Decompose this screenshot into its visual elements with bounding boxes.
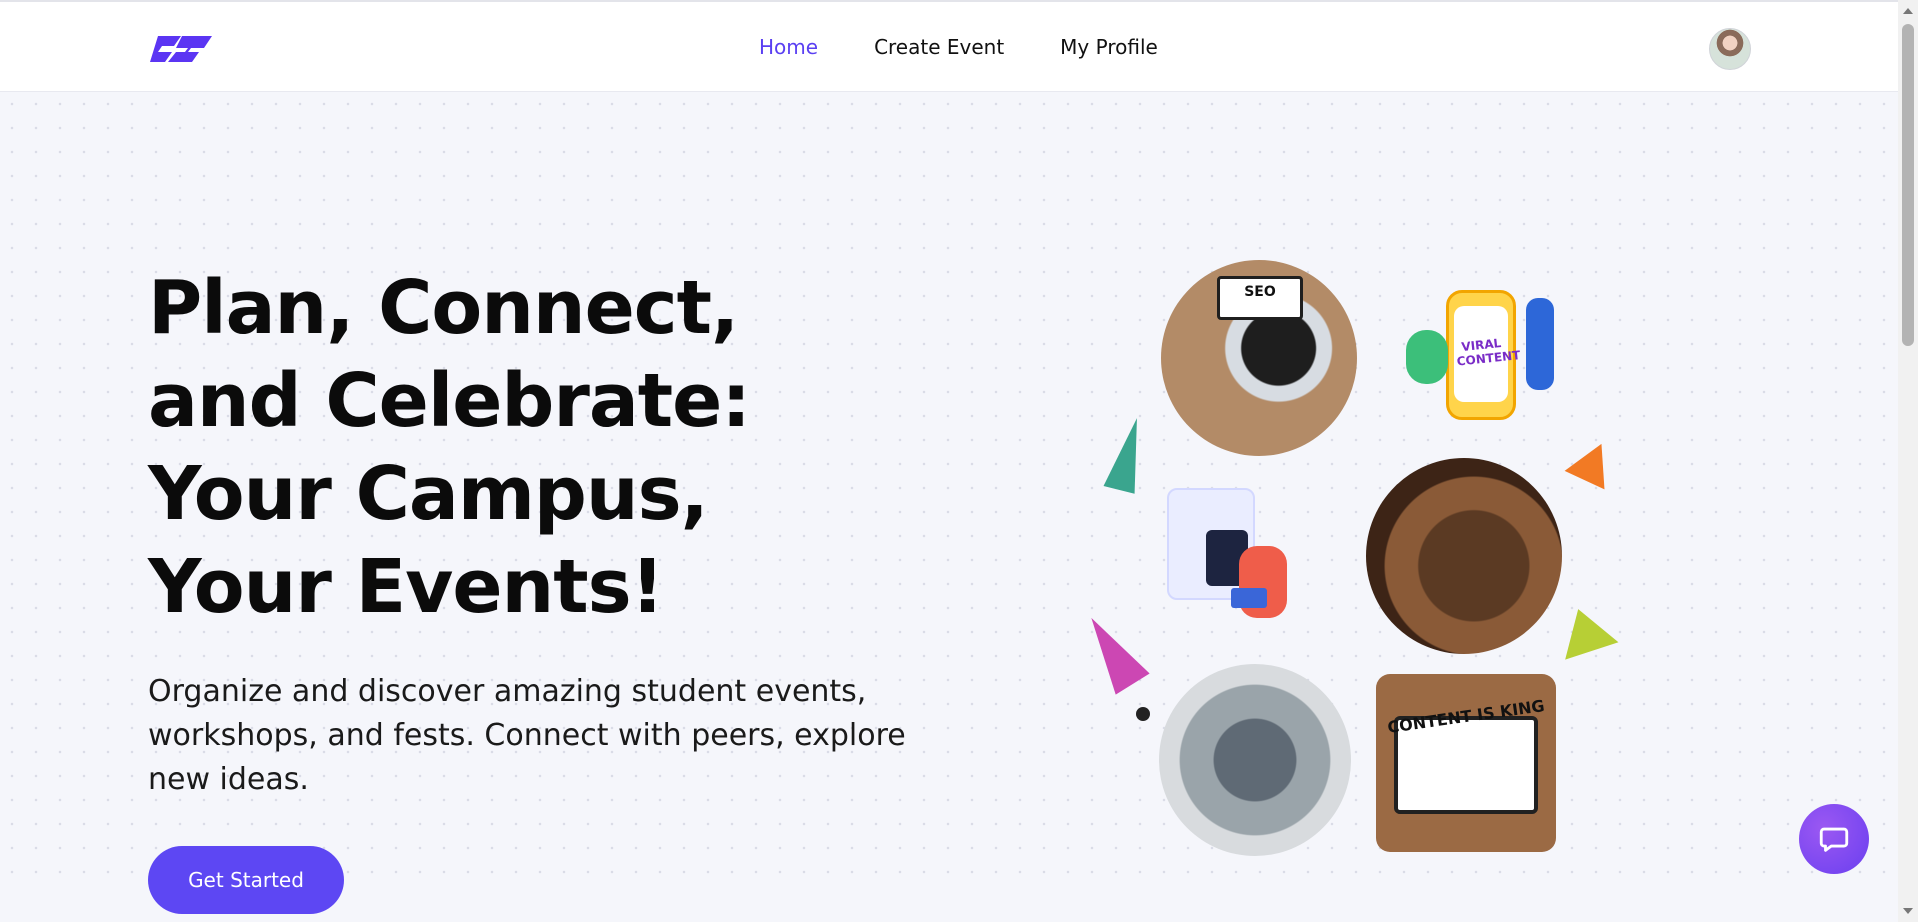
decorative-dot [1136, 707, 1150, 721]
chat-bubble-icon [1819, 827, 1849, 852]
top-navbar: Home Create Event My Profile [0, 0, 1898, 92]
page-scrollbar[interactable] [1898, 0, 1918, 922]
chat-button[interactable] [1799, 804, 1869, 874]
seo-caption: SEO [1244, 284, 1276, 300]
decorative-lime-triangle [1551, 600, 1619, 660]
hero-collage: SEO VIRAL CONTENT CONTENT IS KING [1074, 252, 1634, 872]
smiling-student-photo [1366, 458, 1562, 654]
decorative-teal-triangle [1103, 414, 1153, 494]
decorative-pink-triangle [1074, 607, 1150, 695]
meeting-photo [1159, 664, 1351, 856]
user-avatar[interactable] [1709, 28, 1751, 70]
decorative-orange-triangle [1564, 434, 1622, 490]
get-started-button[interactable]: Get Started [148, 846, 344, 914]
chevron-down-icon[interactable] [1903, 908, 1913, 914]
chevron-up-icon[interactable] [1903, 8, 1913, 14]
viral-caption: VIRAL CONTENT [1456, 335, 1521, 369]
viral-content-illustration: VIRAL CONTENT [1374, 280, 1584, 430]
nav-home-link[interactable]: Home [759, 35, 818, 59]
hero-section: Plan, Connect, and Celebrate: Your Campu… [0, 92, 1898, 914]
nav-my-profile-link[interactable]: My Profile [1060, 35, 1158, 59]
hero-title: Plan, Connect, and Celebrate: Your Campu… [148, 265, 751, 630]
brand-logo[interactable] [148, 28, 214, 70]
scroll-thumb[interactable] [1902, 24, 1914, 346]
primary-navigation: Home Create Event My Profile [759, 35, 1158, 59]
hero-subtitle: Organize and discover amazing student ev… [148, 674, 906, 797]
marketing-illustration [1151, 470, 1301, 640]
seo-laptop-photo: SEO [1161, 260, 1357, 456]
nav-create-event-link[interactable]: Create Event [874, 35, 1004, 59]
tablet-photo: CONTENT IS KING [1376, 674, 1556, 852]
